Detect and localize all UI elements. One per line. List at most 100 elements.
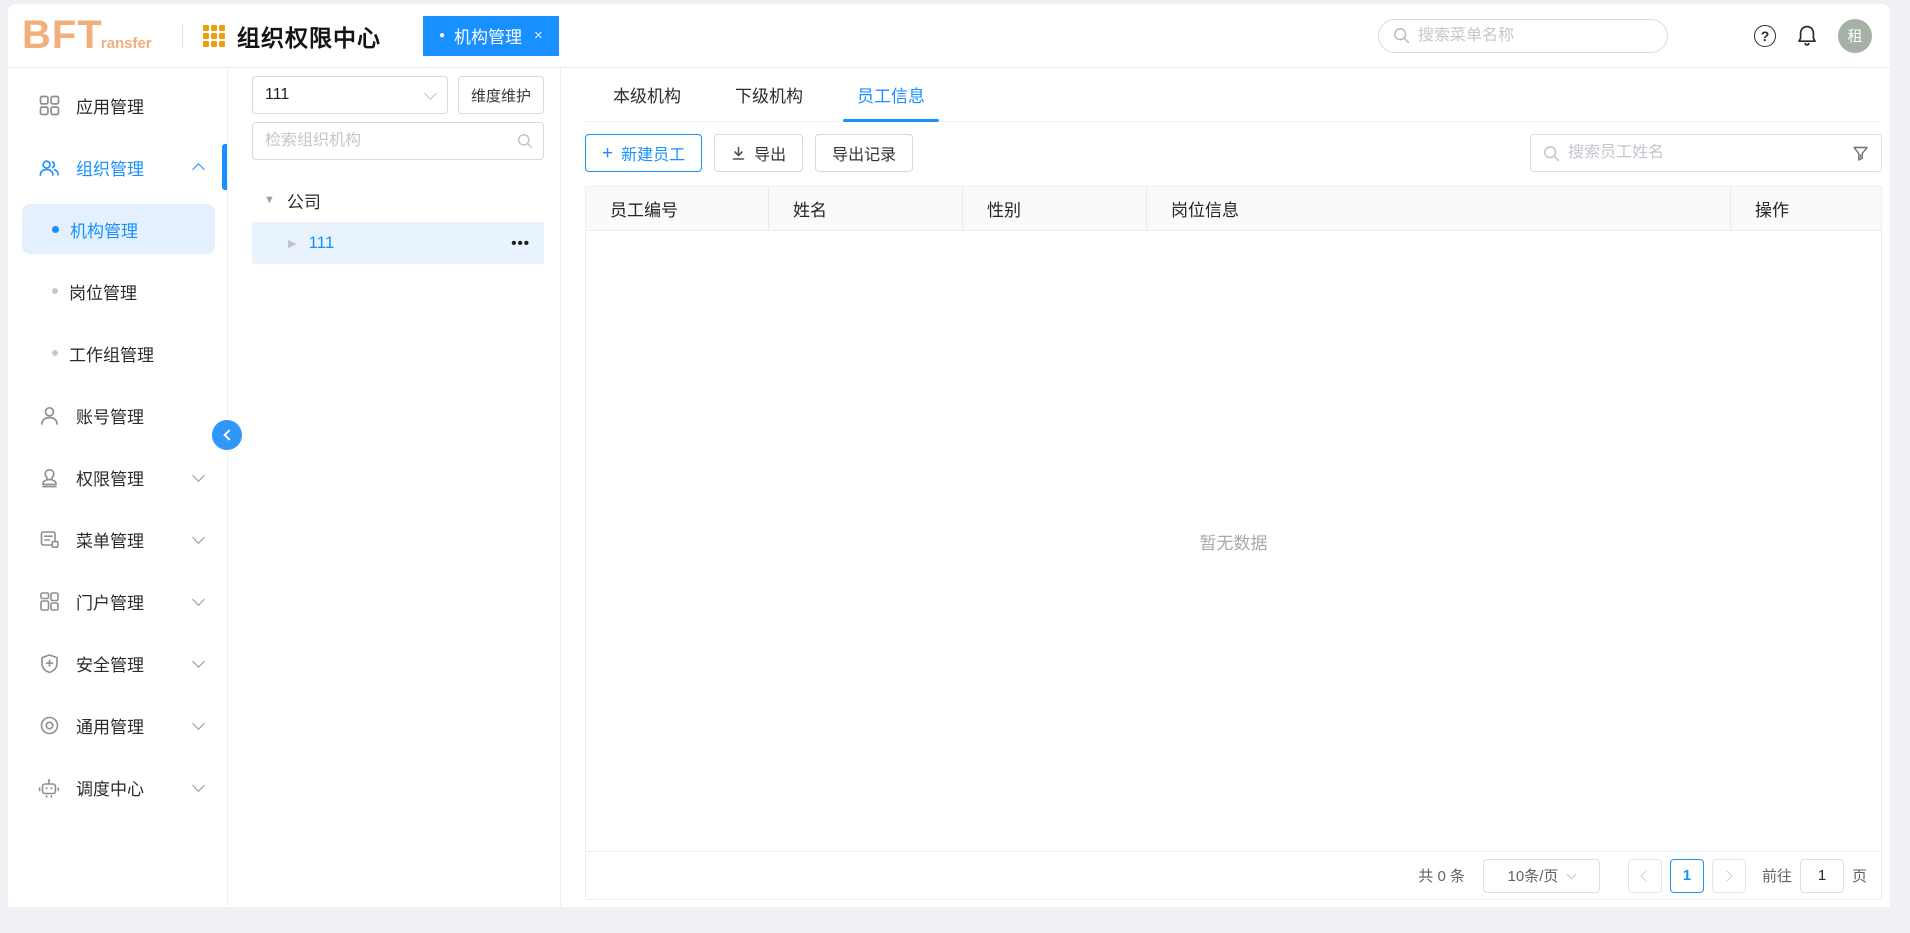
- org-search-input[interactable]: [265, 132, 517, 150]
- user-avatar[interactable]: 租: [1838, 18, 1872, 53]
- org-tree: ▼ 公司 ▶ 111 •••: [252, 184, 544, 264]
- tree-node-company[interactable]: ▼ 公司: [252, 184, 544, 216]
- page-size-select[interactable]: 10条/页: [1482, 858, 1600, 893]
- column-header-name[interactable]: 姓名: [769, 187, 963, 230]
- logo-text-main: BFT: [22, 13, 103, 57]
- portal-grid-icon: [38, 590, 60, 612]
- menu-doc-icon: [38, 528, 60, 550]
- prev-page-button[interactable]: [1627, 858, 1662, 893]
- button-label: 新建员工: [621, 147, 686, 164]
- next-page-button[interactable]: [1711, 858, 1746, 893]
- sidebar-subitem-position-management[interactable]: 岗位管理: [8, 260, 227, 322]
- column-header-employee-id[interactable]: 员工编号: [586, 187, 769, 230]
- bft-logo[interactable]: BFT ransfer: [22, 13, 174, 58]
- button-label: 导出: [754, 147, 787, 164]
- download-icon: [731, 146, 746, 161]
- more-actions-icon[interactable]: •••: [511, 235, 530, 252]
- search-icon: [517, 133, 533, 149]
- sidebar-item-app-management[interactable]: 应用管理: [8, 74, 227, 136]
- tab-sub-org[interactable]: 下级机构: [721, 68, 817, 121]
- dimension-select[interactable]: 111: [252, 76, 448, 114]
- pagination-bar: 共 0 条 10条/页 1 前往 页: [586, 851, 1881, 899]
- column-header-gender[interactable]: 性别: [963, 187, 1147, 230]
- sidebar-item-dispatch-center[interactable]: 调度中心: [8, 756, 227, 818]
- total-count: 共 0 条: [1418, 868, 1465, 885]
- plus-icon: +: [602, 142, 614, 164]
- sidebar-nav: 应用管理 组织管理 机构管理 岗位管理 工作组管理 账号管理 权限管理 菜单管理…: [8, 68, 242, 906]
- sidebar-item-portal-management[interactable]: 门户管理: [8, 570, 227, 632]
- dimension-maintain-button[interactable]: 维度维护: [457, 76, 544, 114]
- caret-down-icon[interactable]: ▼: [264, 194, 275, 206]
- column-header-position-info[interactable]: 岗位信息: [1147, 187, 1731, 230]
- sidebar-item-label: 应用管理: [76, 97, 144, 117]
- tab-employee-info[interactable]: 员工信息: [843, 68, 939, 122]
- brand-grid-icon: [203, 24, 225, 47]
- page-unit-label: 页: [1851, 868, 1867, 885]
- sidebar-item-org-management[interactable]: 组织管理: [8, 136, 227, 198]
- table-empty-state: 暂无数据: [586, 231, 1881, 851]
- logo-text-sub: ransfer: [100, 35, 152, 52]
- sidebar-item-permission-management[interactable]: 权限管理: [8, 446, 227, 508]
- main-content: 本级机构 下级机构 员工信息 + 新建员工 导出 导出记录 搜索员工姓名 员工编…: [561, 68, 1890, 906]
- tree-node-111-selected[interactable]: ▶ 111 •••: [252, 222, 544, 264]
- app-window: BFT ransfer 组织权限中心 ● 机构管理 × ? 租: [8, 4, 1890, 907]
- goto-page-input[interactable]: [1799, 858, 1844, 893]
- employee-toolbar: + 新建员工 导出 导出记录: [585, 134, 1882, 172]
- employee-search-box[interactable]: [1530, 134, 1882, 172]
- person-icon: [38, 404, 60, 426]
- new-employee-button[interactable]: + 新建员工: [585, 134, 703, 172]
- sidebar-item-general-management[interactable]: 通用管理: [8, 694, 227, 756]
- export-records-button[interactable]: 导出记录: [815, 134, 914, 172]
- employee-search-input[interactable]: [1568, 144, 1852, 162]
- sidebar-item-label: 组织管理: [76, 159, 144, 179]
- page-number-button[interactable]: 1: [1669, 858, 1704, 893]
- chevron-left-icon: [1640, 869, 1653, 882]
- sidebar-subitem-institution-management[interactable]: 机构管理: [22, 204, 215, 254]
- app-title: 组织权限中心: [237, 24, 381, 51]
- sidebar-subitem-label: 岗位管理: [69, 283, 137, 303]
- apps-grid-icon: [38, 94, 60, 116]
- chevron-down-icon: [424, 86, 437, 100]
- robot-icon: [38, 776, 60, 798]
- sidebar-subitem-label: 机构管理: [70, 221, 138, 241]
- column-header-actions[interactable]: 操作: [1731, 187, 1881, 230]
- page-size-value: 10条/页: [1507, 868, 1559, 885]
- help-icon[interactable]: ?: [1754, 24, 1776, 47]
- tab-current-org[interactable]: 本级机构: [599, 68, 695, 121]
- export-button[interactable]: 导出: [714, 134, 804, 172]
- stamp-icon: [38, 466, 60, 488]
- tree-node-label: 公司: [286, 192, 321, 212]
- notification-bell-icon[interactable]: [1796, 24, 1818, 47]
- tab-close-icon[interactable]: ×: [534, 27, 543, 44]
- menu-search-input[interactable]: [1418, 26, 1653, 45]
- sidebar-item-label: 安全管理: [76, 655, 144, 675]
- tab-active-dot-icon: ●: [439, 30, 446, 41]
- sidebar-item-account-management[interactable]: 账号管理: [8, 384, 227, 446]
- sidebar-item-security-management[interactable]: 安全管理: [8, 632, 227, 694]
- header-divider: [182, 22, 183, 49]
- chevron-down-icon: [1566, 869, 1577, 879]
- tab-label: 员工信息: [857, 87, 925, 106]
- sidebar-active-indicator: [222, 144, 227, 190]
- filter-funnel-icon[interactable]: [1852, 145, 1869, 162]
- org-search-box[interactable]: [252, 122, 544, 160]
- chevron-down-icon: [192, 468, 205, 482]
- tab-label: 本级机构: [613, 87, 681, 106]
- chevron-down-icon: [192, 654, 205, 668]
- sidebar-collapse-button[interactable]: [212, 420, 242, 450]
- settings-icon: [38, 714, 60, 736]
- top-header: BFT ransfer 组织权限中心 ● 机构管理 × ? 租: [8, 4, 1890, 68]
- active-dot-icon: [52, 225, 59, 233]
- button-label: 导出记录: [832, 147, 897, 164]
- bullet-dot-icon: [52, 288, 58, 294]
- tab-label: 机构管理: [454, 28, 523, 47]
- open-tab-org-management[interactable]: ● 机构管理 ×: [423, 15, 559, 56]
- sidebar-subitem-workgroup-management[interactable]: 工作组管理: [8, 322, 227, 384]
- org-tree-panel: 111 维度维护 ▼ 公司 ▶ 111 •••: [228, 68, 561, 906]
- caret-right-icon[interactable]: ▶: [288, 237, 296, 250]
- menu-search-box[interactable]: [1378, 18, 1668, 53]
- sidebar-item-label: 账号管理: [76, 407, 144, 427]
- dimension-select-value: 111: [265, 86, 290, 103]
- chevron-down-icon: [192, 716, 205, 730]
- sidebar-item-menu-management[interactable]: 菜单管理: [8, 508, 227, 570]
